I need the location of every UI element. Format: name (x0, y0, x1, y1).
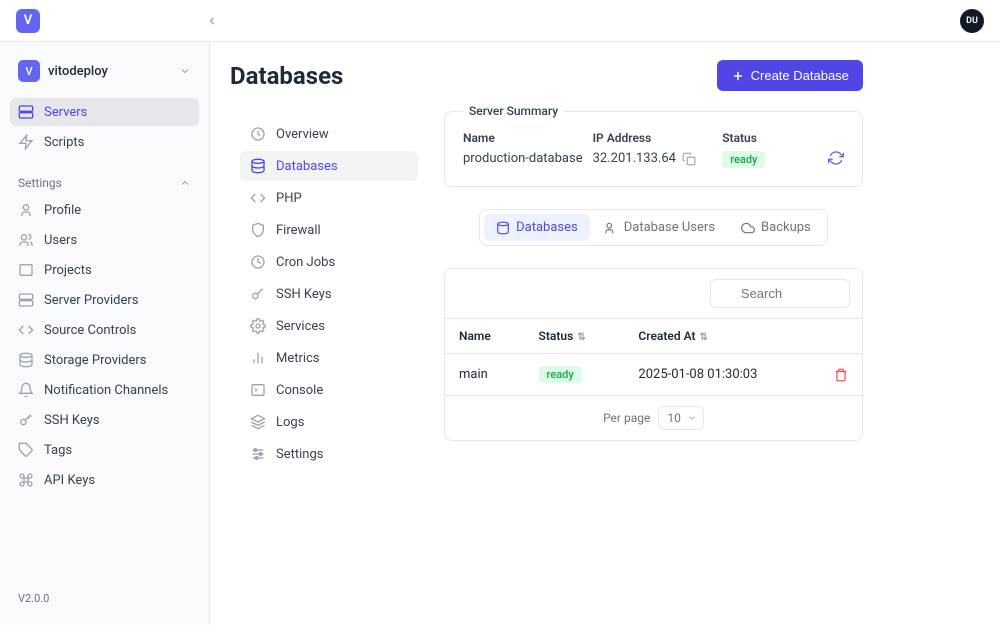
sort-icon: ⇅ (577, 332, 585, 343)
col-status[interactable]: Status⇅ (525, 319, 625, 354)
sidebar-item-scripts[interactable]: Scripts (10, 128, 199, 156)
sliders-icon (250, 446, 266, 462)
cell-created: 2025-01-08 01:30:03 (624, 354, 820, 396)
table-card: Name Status⇅ Created At⇅ main ready 2025… (444, 268, 863, 441)
refresh-icon[interactable] (828, 150, 844, 166)
sidebar-item-label: Servers (44, 105, 87, 120)
bell-icon (18, 382, 34, 398)
chevron-up-icon (179, 177, 191, 189)
table-row: main ready 2025-01-08 01:30:03 (445, 354, 862, 396)
per-page-label: Per page (603, 411, 650, 425)
subnav-logs[interactable]: Logs (240, 407, 418, 437)
project-icon: V (18, 60, 40, 82)
zap-icon (18, 134, 34, 150)
sidebar-item-profile[interactable]: Profile (10, 196, 199, 224)
server-summary-card: Server Summary Name production-database … (444, 111, 863, 187)
layers-icon (250, 414, 266, 430)
tag-icon (18, 442, 34, 458)
sidebar-item-storage-providers[interactable]: Storage Providers (10, 346, 199, 374)
summary-legend: Server Summary (463, 104, 564, 118)
clock-icon (250, 254, 266, 270)
subnav-metrics[interactable]: Metrics (240, 343, 418, 373)
col-created[interactable]: Created At⇅ (624, 319, 820, 354)
sort-icon: ⇅ (700, 332, 708, 343)
cell-status-badge: ready (539, 366, 582, 383)
chevron-down-icon (179, 65, 191, 77)
subnav-overview[interactable]: Overview (240, 119, 418, 149)
database-icon (250, 158, 266, 174)
status-badge: ready (722, 151, 765, 168)
back-button[interactable] (200, 9, 224, 33)
plus-icon (731, 69, 745, 83)
sidebar: V vitodeploy Servers Scripts Settings Pr… (0, 42, 210, 625)
tab-database-users[interactable]: Database Users (592, 214, 727, 241)
summary-status-label: Status (722, 131, 818, 145)
copy-icon[interactable] (682, 152, 696, 166)
tab-databases[interactable]: Databases (484, 214, 590, 241)
sidebar-item-servers[interactable]: Servers (10, 98, 199, 126)
project-name: vitodeploy (48, 64, 171, 79)
sidebar-item-ssh-keys[interactable]: SSH Keys (10, 406, 199, 434)
sidebar-item-tags[interactable]: Tags (10, 436, 199, 464)
tab-backups[interactable]: Backups (729, 214, 823, 241)
avatar[interactable]: DU (960, 9, 984, 33)
project-selector[interactable]: V vitodeploy (10, 54, 199, 88)
sidebar-item-source-controls[interactable]: Source Controls (10, 316, 199, 344)
key-icon (250, 286, 266, 302)
chart-icon (250, 350, 266, 366)
subnav-firewall[interactable]: Firewall (240, 215, 418, 245)
settings-section-header[interactable]: Settings (10, 168, 199, 196)
gauge-icon (250, 126, 266, 142)
users-icon (604, 221, 618, 235)
tabs: Databases Database Users Backups (479, 209, 828, 246)
col-name[interactable]: Name (445, 319, 525, 354)
summary-ip-value: 32.201.133.64 (593, 151, 676, 166)
key-icon (18, 412, 34, 428)
sidebar-item-projects[interactable]: Projects (10, 256, 199, 284)
page-title: Databases (230, 62, 343, 90)
sidebar-item-label: Scripts (44, 135, 84, 150)
user-icon (18, 202, 34, 218)
subnav-databases[interactable]: Databases (240, 151, 418, 181)
terminal-icon (250, 382, 266, 398)
shield-icon (250, 222, 266, 238)
chevron-down-icon (687, 413, 697, 423)
cog-icon (250, 318, 266, 334)
cloud-icon (741, 221, 755, 235)
subnav-services[interactable]: Services (240, 311, 418, 341)
server-icon (18, 104, 34, 120)
subnav-settings[interactable]: Settings (240, 439, 418, 469)
search-input[interactable] (710, 279, 850, 308)
subnav-ssh-keys[interactable]: SSH Keys (240, 279, 418, 309)
cell-name: main (445, 354, 525, 396)
version: V2.0.0 (10, 584, 199, 613)
create-database-button[interactable]: Create Database (717, 60, 863, 91)
code-icon (250, 190, 266, 206)
server-subnav: Overview Databases PHP Firewall Cron Job… (230, 107, 428, 483)
sidebar-item-server-providers[interactable]: Server Providers (10, 286, 199, 314)
cmd-icon (18, 472, 34, 488)
summary-name-label: Name (463, 131, 583, 145)
subnav-cron-jobs[interactable]: Cron Jobs (240, 247, 418, 277)
summary-ip-label: IP Address (593, 131, 713, 145)
delete-icon[interactable] (834, 368, 848, 382)
subnav-php[interactable]: PHP (240, 183, 418, 213)
sidebar-item-notification-channels[interactable]: Notification Channels (10, 376, 199, 404)
sidebar-item-api-keys[interactable]: API Keys (10, 466, 199, 494)
box-icon (18, 262, 34, 278)
per-page-select[interactable]: 10 (658, 406, 704, 430)
database-icon (496, 221, 510, 235)
app-logo[interactable]: V (16, 9, 40, 33)
code-icon (18, 322, 34, 338)
database-icon (18, 352, 34, 368)
server-icon (18, 292, 34, 308)
subnav-console[interactable]: Console (240, 375, 418, 405)
users-icon (18, 232, 34, 248)
sidebar-item-users[interactable]: Users (10, 226, 199, 254)
summary-name-value: production-database (463, 151, 583, 166)
